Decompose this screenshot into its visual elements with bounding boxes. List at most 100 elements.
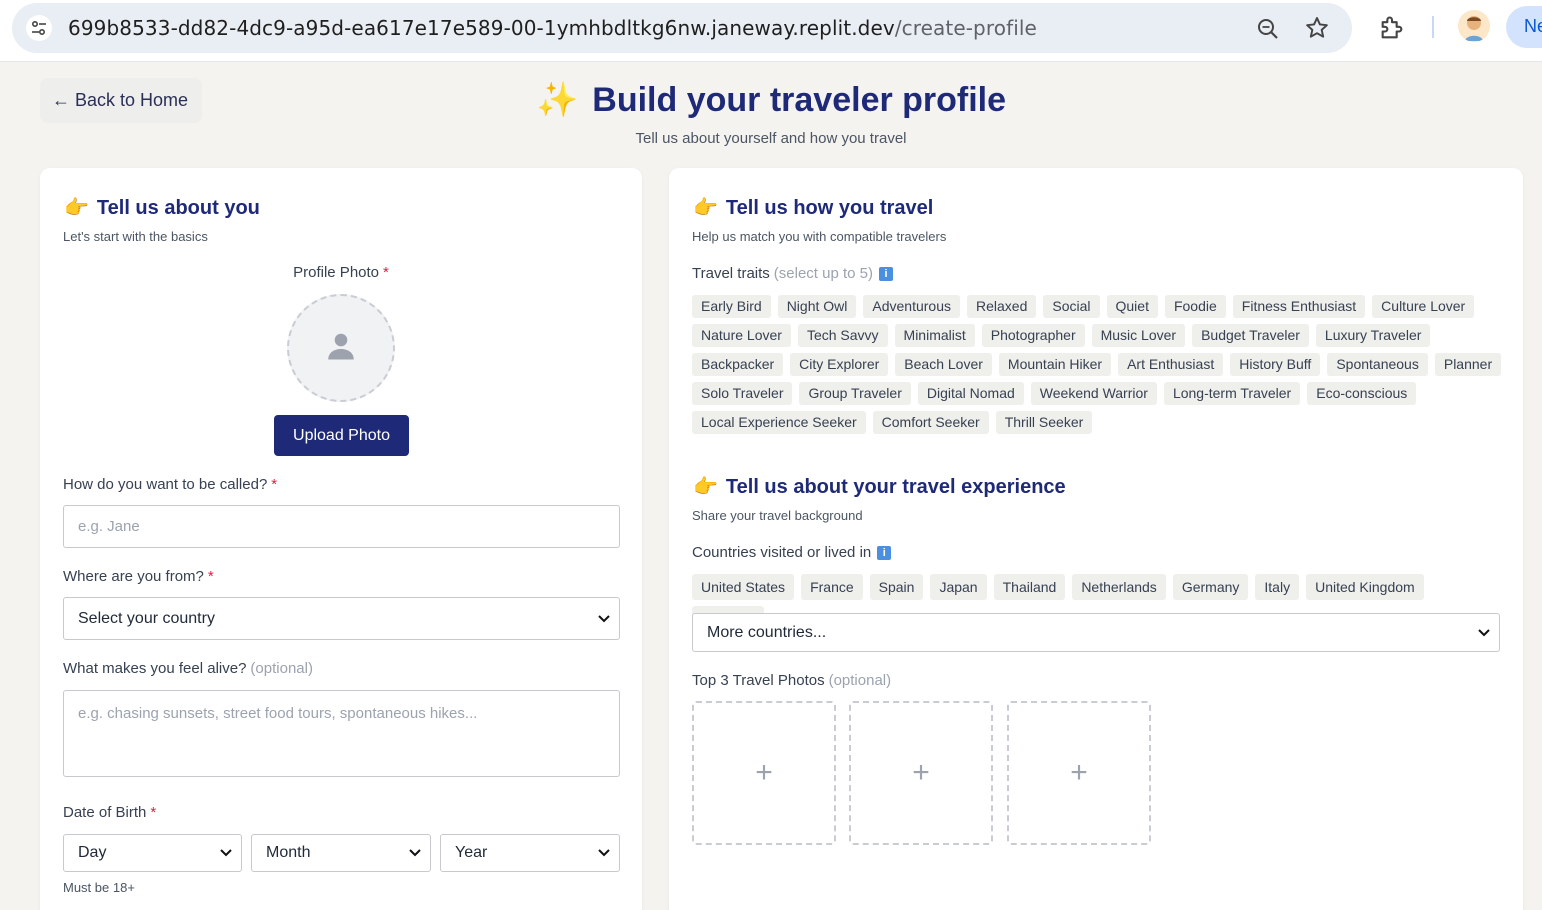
trait-chip[interactable]: Digital Nomad — [917, 382, 1024, 405]
chevron-down-icon — [409, 849, 421, 857]
dob-year-select[interactable]: Year — [440, 834, 620, 872]
browser-toolbar: 699b8533-dd82-4dc9-a95d-ea617e17e589-00-… — [0, 0, 1542, 62]
dob-day-value: Day — [78, 844, 107, 861]
pointing-hand-icon: 👉 — [693, 197, 718, 219]
trait-chip[interactable]: Nature Lover — [692, 324, 791, 347]
travel-card: 👉 Tell us how you travel Help us match yo… — [669, 168, 1523, 910]
travel-photo-slot-1[interactable]: + — [692, 701, 836, 845]
url-host: 699b8533-dd82-4dc9-a95d-ea617e17e589-00-… — [68, 16, 895, 40]
page-title: ✨ Build your traveler profile — [0, 80, 1542, 120]
trait-chip[interactable]: Music Lover — [1091, 324, 1186, 347]
trait-chip[interactable]: Art Enthusiast — [1118, 353, 1224, 376]
page-title-text: Build your traveler profile — [592, 81, 1007, 119]
trait-chip[interactable]: Spontaneous — [1327, 353, 1428, 376]
trait-chip[interactable]: History Buff — [1230, 353, 1321, 376]
experience-title-text: Tell us about your travel experience — [725, 476, 1066, 498]
about-subtitle: Let's start with the basics — [63, 229, 208, 244]
trait-chip[interactable]: Backpacker — [692, 353, 784, 376]
trait-chip[interactable]: Budget Traveler — [1192, 324, 1309, 347]
trait-chip[interactable]: Culture Lover — [1372, 295, 1475, 318]
dob-hint: Must be 18+ — [63, 880, 135, 895]
travel-photo-slot-3[interactable]: + — [1007, 701, 1151, 845]
trait-chip[interactable]: City Explorer — [790, 353, 889, 376]
trait-chip[interactable]: Tech Savvy — [797, 324, 888, 347]
extension-icon[interactable] — [1378, 14, 1406, 47]
dob-label: Date of Birth * — [63, 804, 156, 821]
country-chip[interactable]: Netherlands — [1072, 574, 1166, 600]
info-icon[interactable]: i — [879, 267, 894, 281]
chevron-down-icon — [598, 614, 610, 622]
about-section-title: 👉 Tell us about you — [64, 195, 260, 220]
trait-chip[interactable]: Thrill Seeker — [995, 411, 1093, 434]
trait-chip[interactable]: Social — [1043, 295, 1100, 318]
dob-month-select[interactable]: Month — [251, 834, 431, 872]
trait-chip[interactable]: Early Bird — [692, 295, 771, 318]
trait-chip[interactable]: Long-term Traveler — [1163, 382, 1301, 405]
about-you-card: 👉 Tell us about you Let's start with the … — [40, 168, 642, 910]
pointing-hand-icon: 👉 — [693, 476, 718, 498]
address-bar[interactable]: 699b8533-dd82-4dc9-a95d-ea617e17e589-00-… — [12, 3, 1352, 53]
optional-mark: (optional) — [828, 672, 892, 689]
trait-chip[interactable]: Weekend Warrior — [1030, 382, 1157, 405]
trait-chip[interactable]: Solo Traveler — [692, 382, 793, 405]
trait-chip[interactable]: Eco-conscious — [1307, 382, 1417, 405]
name-input[interactable]: e.g. Jane — [63, 505, 620, 548]
star-icon[interactable] — [1304, 15, 1330, 46]
chevron-down-icon — [598, 849, 610, 857]
trait-chip[interactable]: Comfort Seeker — [872, 411, 989, 434]
dob-day-select[interactable]: Day — [63, 834, 242, 872]
country-chip[interactable]: United Kingdom — [1306, 574, 1424, 600]
trait-chip[interactable]: Group Traveler — [799, 382, 911, 405]
trait-chip[interactable]: Relaxed — [966, 295, 1037, 318]
profile-photo-placeholder[interactable] — [287, 294, 395, 402]
alive-label-text: What makes you feel alive? — [63, 660, 247, 677]
upload-photo-button[interactable]: Upload Photo — [274, 415, 409, 456]
trait-chip[interactable]: Adventurous — [863, 295, 960, 318]
travel-title-text: Tell us how you travel — [725, 197, 934, 219]
country-select[interactable]: Select your country — [63, 597, 620, 640]
country-chip[interactable]: France — [801, 574, 863, 600]
trait-chip[interactable]: Luxury Traveler — [1315, 324, 1431, 347]
trait-chip[interactable]: Minimalist — [894, 324, 975, 347]
toolbar-divider — [1432, 16, 1434, 38]
required-mark: * — [150, 804, 157, 821]
profile-photo-label-text: Profile Photo — [293, 264, 380, 281]
required-mark: * — [207, 568, 214, 585]
photos-label: Top 3 Travel Photos (optional) — [692, 672, 891, 689]
profile-button[interactable]: Ne — [1506, 6, 1542, 48]
travel-photo-slot-2[interactable]: + — [849, 701, 993, 845]
avatar[interactable] — [1458, 10, 1490, 42]
country-chip[interactable]: United States — [692, 574, 795, 600]
trait-chip[interactable]: Foodie — [1164, 295, 1226, 318]
more-countries-select[interactable]: More countries... — [692, 613, 1500, 652]
profile-photo-label: Profile Photo * — [40, 264, 642, 281]
url-path: /create-profile — [894, 16, 1037, 40]
trait-chip[interactable]: Quiet — [1106, 295, 1158, 318]
country-chip[interactable]: Japan — [930, 574, 987, 600]
info-icon[interactable]: i — [877, 546, 892, 560]
trait-chip[interactable]: Beach Lover — [895, 353, 992, 376]
country-select-value: Select your country — [78, 609, 215, 627]
country-chip[interactable]: Thailand — [993, 574, 1066, 600]
experience-section-title: 👉 Tell us about your travel experience — [693, 474, 1066, 499]
required-mark: * — [383, 264, 389, 281]
trait-chip[interactable]: Local Experience Seeker — [692, 411, 866, 434]
country-chip[interactable]: Germany — [1172, 574, 1249, 600]
photos-label-text: Top 3 Travel Photos — [692, 672, 825, 689]
trait-chip[interactable]: Mountain Hiker — [998, 353, 1112, 376]
country-chip[interactable]: Italy — [1255, 574, 1300, 600]
trait-chip[interactable]: Fitness Enthusiast — [1232, 295, 1366, 318]
pointing-hand-icon: 👉 — [64, 197, 89, 219]
trait-chip[interactable]: Photographer — [981, 324, 1085, 347]
tune-icon[interactable] — [26, 15, 52, 41]
name-label-text: How do you want to be called? — [63, 476, 268, 493]
alive-textarea[interactable]: e.g. chasing sunsets, street food tours,… — [63, 690, 620, 777]
trait-chip[interactable]: Night Owl — [777, 295, 857, 318]
dob-year-value: Year — [455, 844, 488, 861]
trait-chip[interactable]: Planner — [1434, 353, 1502, 376]
country-chip[interactable]: Spain — [869, 574, 924, 600]
url-text[interactable]: 699b8533-dd82-4dc9-a95d-ea617e17e589-00-… — [68, 16, 1037, 40]
countries-label: Countries visited or lived in i — [692, 544, 892, 561]
user-icon — [323, 328, 359, 369]
zoom-icon[interactable] — [1256, 17, 1280, 46]
